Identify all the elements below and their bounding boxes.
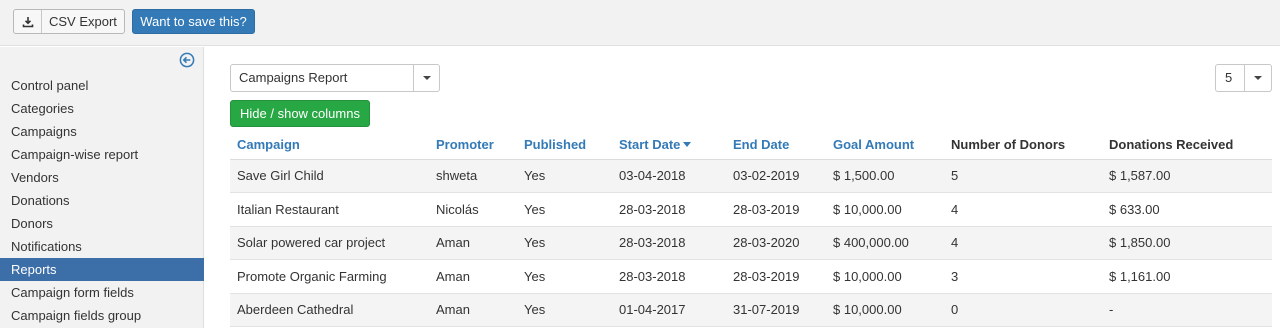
sidebar-item-notifications[interactable]: Notifications — [0, 235, 204, 258]
top-toolbar: CSV Export Want to save this? — [0, 0, 1280, 46]
column-header-campaign[interactable]: Campaign — [230, 131, 429, 160]
cell-promoter: Aman — [429, 259, 517, 294]
cell-number-of-donors: 4 — [944, 226, 1102, 260]
sidebar-item-reports[interactable]: Reports — [0, 258, 204, 281]
sidebar: Control panel Categories Campaigns Campa… — [0, 47, 204, 328]
table-row[interactable]: Aberdeen Cathedral Aman Yes 01-04-2017 3… — [230, 293, 1272, 327]
column-header-number-of-donors: Number of Donors — [944, 131, 1102, 160]
cell-start-date: 28-03-2018 — [612, 192, 726, 227]
cell-end-date: 28-03-2019 — [726, 259, 826, 294]
cell-start-date: 28-03-2018 — [612, 226, 726, 260]
cell-goal-amount: $ 10,000.00 — [826, 192, 944, 227]
cell-number-of-donors: 4 — [944, 192, 1102, 227]
table-header-row: Campaign Promoter Published Start Date E… — [230, 131, 1272, 160]
cell-promoter: shweta — [429, 159, 517, 193]
cell-goal-amount: $ 400,000.00 — [826, 226, 944, 260]
sidebar-item-categories[interactable]: Categories — [0, 97, 204, 120]
cell-start-date: 01-04-2017 — [612, 293, 726, 327]
report-select-dropdown-toggle[interactable] — [413, 65, 439, 91]
page-size-select[interactable]: 5 — [1215, 64, 1272, 92]
hide-show-columns-button[interactable]: Hide / show columns — [230, 100, 370, 127]
sidebar-item-donors[interactable]: Donors — [0, 212, 204, 235]
cell-published: Yes — [517, 226, 612, 260]
column-header-promoter[interactable]: Promoter — [429, 131, 517, 160]
csv-export-label: CSV Export — [49, 14, 117, 29]
cell-donations-received: - — [1102, 293, 1272, 327]
sidebar-item-campaign-wise-report[interactable]: Campaign-wise report — [0, 143, 204, 166]
cell-campaign: Save Girl Child — [230, 159, 429, 193]
sidebar-item-control-panel[interactable]: Control panel — [0, 74, 204, 97]
column-header-start-date[interactable]: Start Date — [612, 131, 726, 160]
cell-goal-amount: $ 1,500.00 — [826, 159, 944, 193]
cell-end-date: 03-02-2019 — [726, 159, 826, 193]
cell-number-of-donors: 3 — [944, 259, 1102, 294]
table-row[interactable]: Promote Organic Farming Aman Yes 28-03-2… — [230, 259, 1272, 294]
report-type-value: Campaigns Report — [239, 70, 348, 85]
cell-published: Yes — [517, 259, 612, 294]
csv-export-button[interactable]: CSV Export — [13, 9, 125, 34]
cell-donations-received: $ 633.00 — [1102, 192, 1272, 227]
cell-goal-amount: $ 10,000.00 — [826, 259, 944, 294]
cell-promoter: Aman — [429, 226, 517, 260]
cell-goal-amount: $ 10,000.00 — [826, 293, 944, 327]
table-row[interactable]: Save Girl Child shweta Yes 03-04-2018 03… — [230, 159, 1272, 193]
sidebar-item-campaigns[interactable]: Campaigns — [0, 120, 204, 143]
campaigns-report-table: Campaign Promoter Published Start Date E… — [230, 131, 1272, 327]
cell-donations-received: $ 1,850.00 — [1102, 226, 1272, 260]
sidebar-item-campaign-fields-group[interactable]: Campaign fields group — [0, 304, 204, 327]
want-to-save-button[interactable]: Want to save this? — [132, 9, 255, 34]
column-header-published[interactable]: Published — [517, 131, 612, 160]
chevron-down-icon — [422, 76, 431, 80]
page-size-value: 5 — [1225, 70, 1233, 85]
cell-campaign: Promote Organic Farming — [230, 259, 429, 294]
download-icon — [14, 10, 42, 33]
sidebar-item-donations[interactable]: Donations — [0, 189, 204, 212]
cell-campaign: Solar powered car project — [230, 226, 429, 260]
table-row[interactable]: Solar powered car project Aman Yes 28-03… — [230, 226, 1272, 260]
cell-number-of-donors: 0 — [944, 293, 1102, 327]
cell-donations-received: $ 1,161.00 — [1102, 259, 1272, 294]
cell-published: Yes — [517, 293, 612, 327]
sort-desc-icon — [683, 142, 692, 148]
cell-campaign: Aberdeen Cathedral — [230, 293, 429, 327]
table-row[interactable]: Italian Restaurant Nicolás Yes 28-03-201… — [230, 192, 1272, 227]
cell-promoter: Aman — [429, 293, 517, 327]
cell-start-date: 28-03-2018 — [612, 259, 726, 294]
sidebar-nav: Control panel Categories Campaigns Campa… — [0, 74, 204, 327]
cell-published: Yes — [517, 192, 612, 227]
column-header-goal-amount[interactable]: Goal Amount — [826, 131, 944, 160]
main-content: Campaigns Report 5 Hide / show columns C… — [205, 47, 1280, 328]
cell-end-date: 28-03-2019 — [726, 192, 826, 227]
cell-published: Yes — [517, 159, 612, 193]
page-size-dropdown-toggle[interactable] — [1244, 65, 1271, 91]
column-header-donations-received: Donations Received — [1102, 131, 1272, 160]
cell-end-date: 31-07-2019 — [726, 293, 826, 327]
cell-start-date: 03-04-2018 — [612, 159, 726, 193]
column-header-end-date[interactable]: End Date — [726, 131, 826, 160]
sidebar-item-vendors[interactable]: Vendors — [0, 166, 204, 189]
chevron-down-icon — [1254, 76, 1262, 80]
sidebar-item-campaign-form-fields[interactable]: Campaign form fields — [0, 281, 204, 304]
cell-number-of-donors: 5 — [944, 159, 1102, 193]
cell-campaign: Italian Restaurant — [230, 192, 429, 227]
cell-promoter: Nicolás — [429, 192, 517, 227]
cell-end-date: 28-03-2020 — [726, 226, 826, 260]
report-type-select[interactable]: Campaigns Report — [230, 64, 440, 92]
cell-donations-received: $ 1,587.00 — [1102, 159, 1272, 193]
arrow-circle-left-icon[interactable] — [179, 52, 195, 68]
